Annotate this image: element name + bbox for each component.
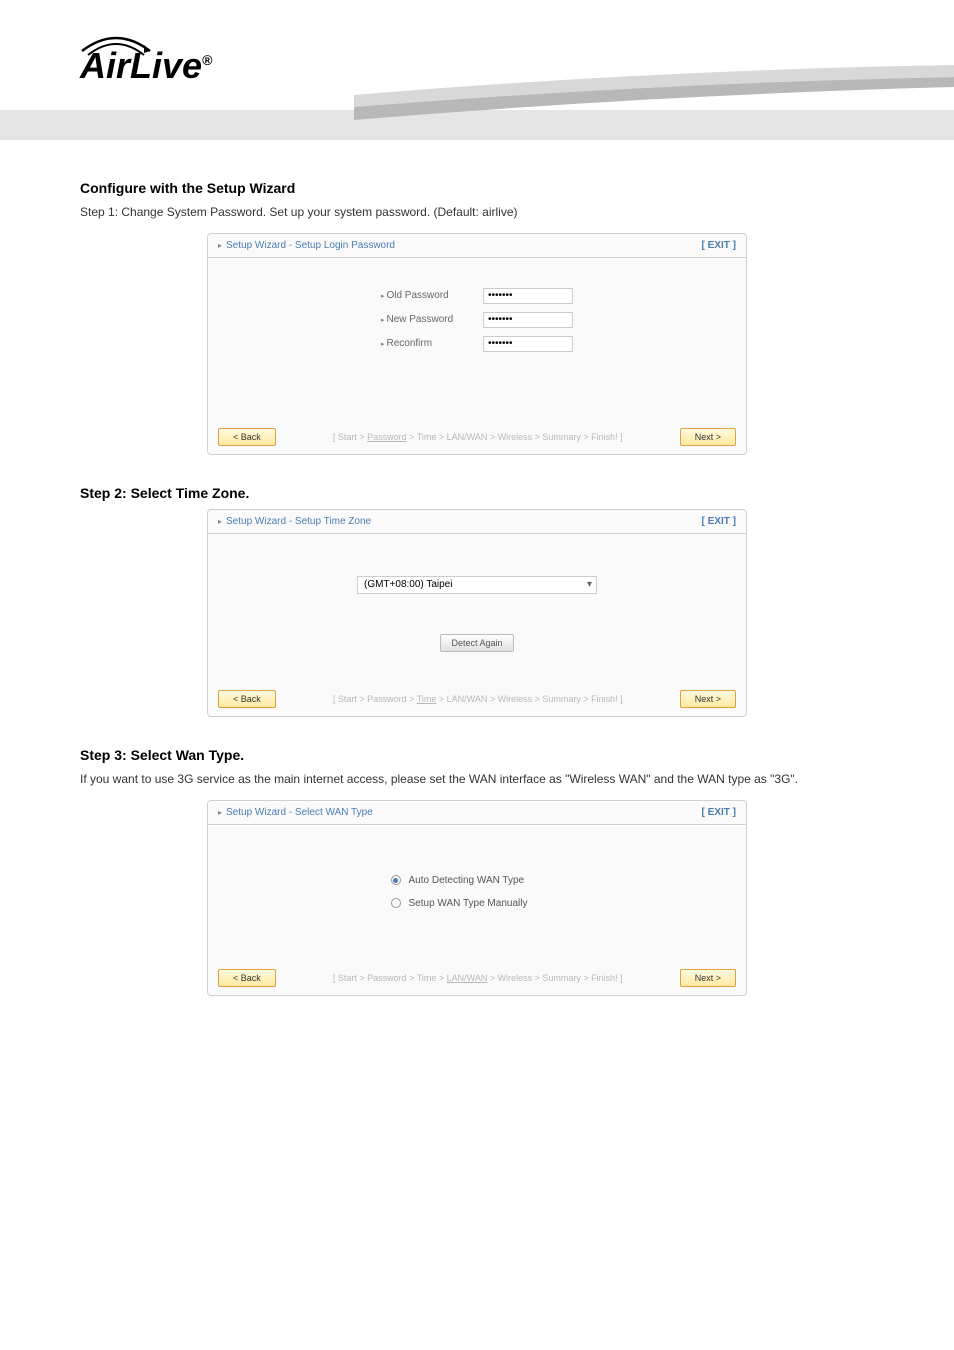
card-body: Old Password New Password Reconfirm (208, 258, 746, 420)
brand-logo: AirLive® (80, 45, 212, 87)
row-old-password: Old Password (228, 288, 726, 304)
label-reconfirm: Reconfirm (381, 338, 471, 349)
section-heading-wan: Step 3: Select Wan Type. (80, 747, 874, 763)
row-reconfirm: Reconfirm (228, 336, 726, 352)
exit-link[interactable]: [ EXIT ] (702, 807, 736, 818)
header-swoosh-icon (354, 65, 954, 120)
radio-icon (391, 875, 401, 885)
breadcrumb: [ Start > Password > Time > LAN/WAN > Wi… (333, 694, 623, 704)
card-header: Setup Wizard - Setup Login Password [ EX… (208, 234, 746, 258)
timezone-select[interactable]: (GMT+08:00) Taipei (357, 576, 597, 594)
section-desc-wan: If you want to use 3G service as the mai… (80, 771, 874, 788)
section-desc-password: Step 1: Change System Password. Set up y… (80, 204, 874, 221)
radio-label-auto: Auto Detecting WAN Type (409, 875, 564, 886)
radio-icon (391, 898, 401, 908)
exit-link[interactable]: [ EXIT ] (702, 240, 736, 251)
label-old-password: Old Password (381, 290, 471, 301)
wizard-card-timezone: Setup Wizard - Setup Time Zone [ EXIT ] … (207, 509, 747, 717)
card-title: Setup Wizard - Setup Login Password (218, 240, 395, 251)
next-button[interactable]: Next > (680, 690, 736, 708)
radio-label-manual: Setup WAN Type Manually (409, 898, 564, 909)
section-heading-timezone: Step 2: Select Time Zone. (80, 485, 874, 501)
detect-again-button[interactable]: Detect Again (440, 634, 513, 652)
card-footer: < Back [ Start > Password > Time > LAN/W… (208, 682, 746, 716)
row-new-password: New Password (228, 312, 726, 328)
card-header: Setup Wizard - Select WAN Type [ EXIT ] (208, 801, 746, 825)
card-footer: < Back [ Start > Password > Time > LAN/W… (208, 961, 746, 995)
back-button[interactable]: < Back (218, 969, 276, 987)
exit-link[interactable]: [ EXIT ] (702, 516, 736, 527)
section-heading-password: Configure with the Setup Wizard (80, 180, 874, 196)
next-button[interactable]: Next > (680, 428, 736, 446)
card-title: Setup Wizard - Select WAN Type (218, 807, 373, 818)
page-header: AirLive® (0, 0, 954, 110)
back-button[interactable]: < Back (218, 428, 276, 446)
input-new-password[interactable] (483, 312, 573, 328)
radio-manual[interactable]: Setup WAN Type Manually (228, 898, 726, 909)
card-body: Auto Detecting WAN Type Setup WAN Type M… (208, 825, 746, 961)
radio-auto-detect[interactable]: Auto Detecting WAN Type (228, 875, 726, 886)
card-title: Setup Wizard - Setup Time Zone (218, 516, 371, 527)
input-reconfirm[interactable] (483, 336, 573, 352)
card-footer: < Back [ Start > Password > Time > LAN/W… (208, 420, 746, 454)
card-header: Setup Wizard - Setup Time Zone [ EXIT ] (208, 510, 746, 534)
card-body: (GMT+08:00) Taipei Detect Again (208, 534, 746, 682)
back-button[interactable]: < Back (218, 690, 276, 708)
logo-arc-icon (80, 27, 152, 57)
input-old-password[interactable] (483, 288, 573, 304)
wizard-card-password: Setup Wizard - Setup Login Password [ EX… (207, 233, 747, 455)
next-button[interactable]: Next > (680, 969, 736, 987)
label-new-password: New Password (381, 314, 471, 325)
breadcrumb: [ Start > Password > Time > LAN/WAN > Wi… (333, 432, 623, 442)
breadcrumb: [ Start > Password > Time > LAN/WAN > Wi… (333, 973, 623, 983)
document-content: Configure with the Setup Wizard Step 1: … (0, 140, 954, 1046)
wizard-card-wan: Setup Wizard - Select WAN Type [ EXIT ] … (207, 800, 747, 996)
